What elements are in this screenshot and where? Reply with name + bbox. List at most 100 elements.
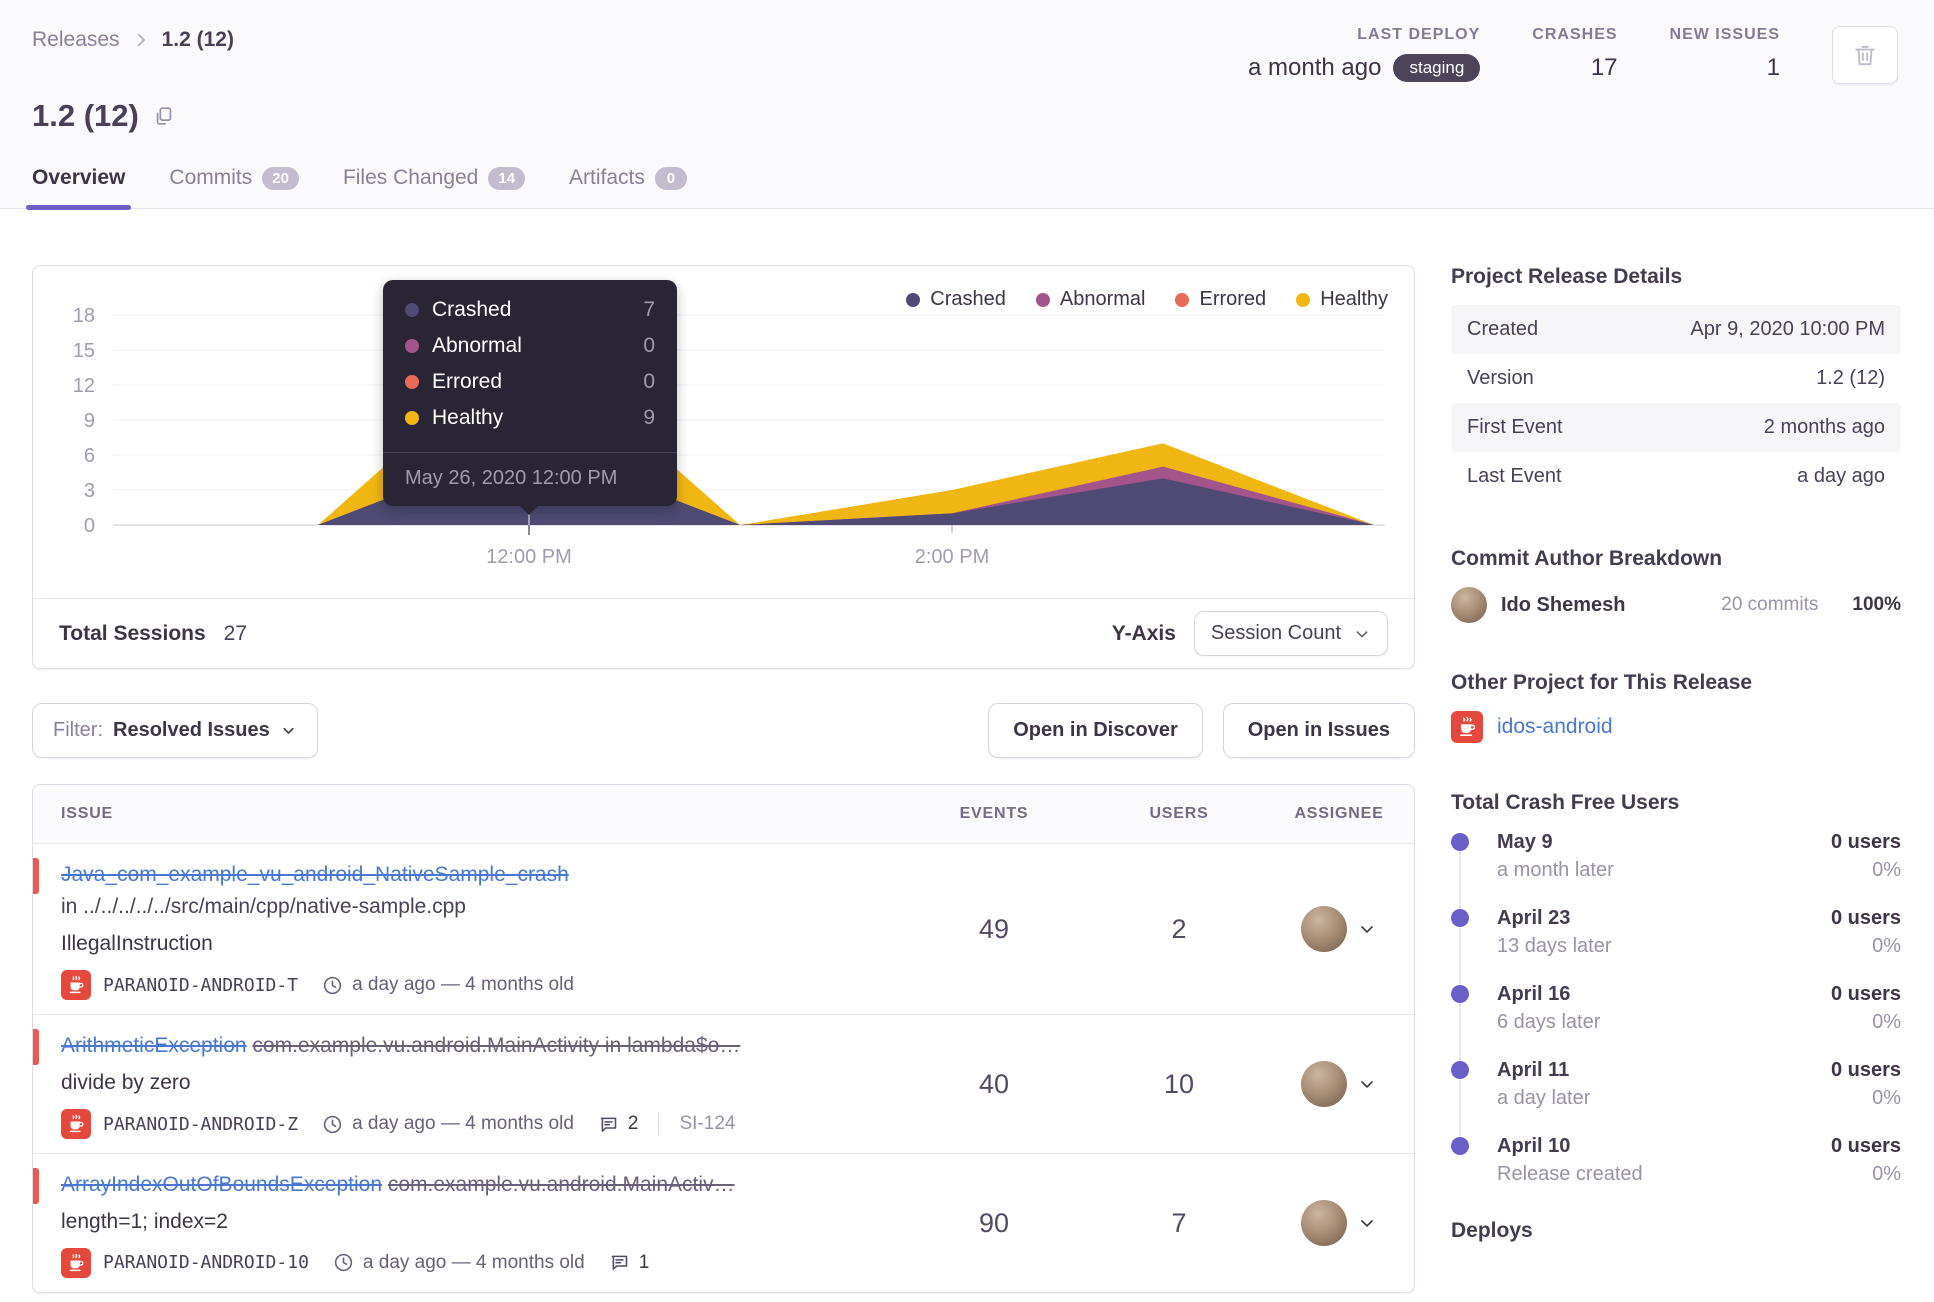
issue-users-count: 10 bbox=[1163, 1068, 1195, 1099]
environment-badge: staging bbox=[1393, 54, 1481, 82]
legend-item-crashed[interactable]: Crashed bbox=[906, 288, 1006, 311]
detail-label: First Event bbox=[1467, 416, 1563, 438]
crash-free-users: 0 users bbox=[1830, 983, 1901, 1005]
tab-commits[interactable]: Commits 20 bbox=[169, 166, 299, 208]
tab-count-badge: 14 bbox=[488, 166, 526, 190]
tab-label: Artifacts bbox=[569, 166, 645, 189]
tooltip-date: May 26, 2020 12:00 PM bbox=[405, 467, 618, 489]
stat-label: CRASHES bbox=[1532, 26, 1618, 43]
issue-culprit: com.example.vu.android.MainActiv… bbox=[387, 1173, 735, 1197]
issue-title-link[interactable]: ArrayIndexOutOfBoundsException bbox=[61, 1173, 382, 1196]
chevron-down-icon bbox=[1361, 1081, 1373, 1088]
other-project-link[interactable]: idos-android bbox=[1497, 715, 1613, 739]
tooltip-row: Abnormal 0 bbox=[405, 334, 655, 358]
stat-value: 1 bbox=[1766, 54, 1780, 81]
issue-age-group: a day ago — 4 months old bbox=[333, 1252, 585, 1274]
issue-title-link[interactable]: ArithmeticException bbox=[61, 1034, 247, 1057]
tab-files-changed[interactable]: Files Changed 14 bbox=[343, 166, 526, 208]
filter-value: Resolved Issues bbox=[113, 719, 270, 741]
chart-legend: Crashed Abnormal Errored Healthy bbox=[906, 288, 1388, 311]
legend-item-abnormal[interactable]: Abnormal bbox=[1035, 288, 1145, 311]
total-sessions-label: Total Sessions bbox=[59, 621, 206, 645]
svg-text:0: 0 bbox=[84, 515, 95, 537]
release-sidebar: Project Release Details Created Apr 9, 2… bbox=[1451, 265, 1901, 1293]
timeline-dot-icon bbox=[1451, 1061, 1469, 1079]
issue-comments-group[interactable]: 1 bbox=[609, 1252, 649, 1274]
issue-users-count: 2 bbox=[1171, 913, 1187, 944]
issue-message: IllegalInstruction bbox=[61, 931, 213, 955]
author-percent: 100% bbox=[1852, 594, 1901, 615]
column-users: USERS bbox=[1149, 805, 1209, 822]
copy-version-button[interactable] bbox=[153, 105, 175, 127]
svg-text:12:00 PM: 12:00 PM bbox=[486, 546, 572, 568]
svg-text:12: 12 bbox=[73, 375, 95, 397]
release-details-heading: Project Release Details bbox=[1451, 265, 1683, 288]
column-assignee: ASSIGNEE bbox=[1294, 805, 1384, 822]
issue-age-group: a day ago — 4 months old bbox=[322, 1113, 574, 1135]
comment-count: 2 bbox=[627, 1113, 639, 1135]
legend-item-errored[interactable]: Errored bbox=[1175, 288, 1266, 311]
assignee-dropdown[interactable] bbox=[1264, 1200, 1414, 1246]
issues-filter-dropdown[interactable]: Filter: Resolved Issues bbox=[32, 703, 318, 758]
issue-row: ArithmeticException com.example.vu.andro… bbox=[33, 1015, 1414, 1155]
issue-events-count: 49 bbox=[978, 913, 1010, 944]
issue-age-group: a day ago — 4 months old bbox=[322, 974, 574, 996]
breadcrumb-current: 1.2 (12) bbox=[161, 28, 234, 51]
release-detail-row: Created Apr 9, 2020 10:00 PM bbox=[1451, 305, 1901, 354]
java-project-icon bbox=[61, 1109, 91, 1140]
detail-value: a day ago bbox=[1797, 465, 1885, 487]
tooltip-value: 7 bbox=[643, 298, 655, 321]
yaxis-select[interactable]: Session Count bbox=[1193, 611, 1388, 656]
tooltip-dot-icon bbox=[405, 303, 419, 317]
tab-overview[interactable]: Overview bbox=[25, 166, 132, 210]
assignee-dropdown[interactable] bbox=[1264, 1061, 1414, 1108]
svg-text:3: 3 bbox=[84, 480, 95, 502]
svg-text:2:00 PM: 2:00 PM bbox=[915, 546, 989, 568]
chevron-down-icon bbox=[1356, 630, 1368, 637]
issues-toolbar: Filter: Resolved Issues Open in Discover… bbox=[32, 703, 1415, 758]
issue-culprit: com.example.vu.android.MainActivity in l… bbox=[252, 1034, 741, 1058]
tab-artifacts[interactable]: Artifacts 0 bbox=[569, 166, 687, 208]
tooltip-value: 0 bbox=[643, 370, 655, 393]
yaxis-selected-value: Session Count bbox=[1210, 622, 1341, 644]
crash-free-item: April 10 Release created 0 users 0% bbox=[1451, 1135, 1901, 1191]
legend-dot-icon bbox=[1296, 292, 1311, 307]
delete-release-button[interactable] bbox=[1832, 26, 1898, 84]
legend-item-healthy[interactable]: Healthy bbox=[1296, 288, 1388, 311]
breadcrumb-releases-link[interactable]: Releases bbox=[32, 28, 120, 52]
tab-label: Overview bbox=[32, 166, 126, 189]
sessions-chart-card: 0 3 6 9 12 15 18 12:00 PM 2:00 PM Crashed Abnorm… bbox=[32, 265, 1415, 669]
issue-annotation-link[interactable]: SI-124 bbox=[658, 1113, 735, 1136]
assignee-dropdown[interactable] bbox=[1264, 906, 1414, 953]
crash-free-heading: Total Crash Free Users bbox=[1451, 791, 1680, 814]
detail-value: Apr 9, 2020 10:00 PM bbox=[1690, 318, 1885, 340]
tooltip-label: Crashed bbox=[432, 298, 512, 321]
chevron-down-icon bbox=[1361, 926, 1373, 933]
issue-comments-group[interactable]: 2 bbox=[598, 1113, 639, 1135]
open-in-issues-button[interactable]: Open in Issues bbox=[1222, 703, 1415, 758]
tooltip-row: Crashed 7 bbox=[405, 298, 655, 322]
crash-free-users: 0 users bbox=[1830, 907, 1901, 929]
java-project-icon bbox=[61, 970, 91, 1001]
header-stat: LAST DEPLOY a month ago staging bbox=[1248, 26, 1481, 82]
header-stat: NEW ISSUES 1 bbox=[1670, 26, 1780, 82]
tooltip-arrow bbox=[519, 505, 539, 515]
java-project-icon bbox=[61, 1247, 91, 1278]
tooltip-row: Errored 0 bbox=[405, 370, 655, 394]
release-detail-row: First Event 2 months ago bbox=[1451, 403, 1901, 452]
tooltip-row: Healthy 9 bbox=[405, 406, 655, 430]
crash-free-users: 0 users bbox=[1830, 1059, 1901, 1081]
issue-title-link[interactable]: Java_com_example_vu_android_NativeSample… bbox=[61, 863, 569, 886]
release-detail-row: Last Event a day ago bbox=[1451, 452, 1901, 501]
legend-label: Healthy bbox=[1320, 288, 1388, 310]
unhandled-indicator bbox=[33, 1029, 39, 1066]
column-events: EVENTS bbox=[959, 805, 1029, 822]
trash-icon bbox=[1855, 45, 1875, 66]
open-in-discover-button[interactable]: Open in Discover bbox=[988, 703, 1203, 758]
page-title: 1.2 (12) bbox=[32, 98, 139, 133]
crash-free-percent: 0% bbox=[1872, 859, 1901, 881]
comment-icon bbox=[611, 1256, 628, 1271]
issue-age: a day ago — 4 months old bbox=[362, 1251, 585, 1273]
deploys-heading: Deploys bbox=[1451, 1219, 1533, 1242]
legend-dot-icon bbox=[1035, 292, 1050, 307]
